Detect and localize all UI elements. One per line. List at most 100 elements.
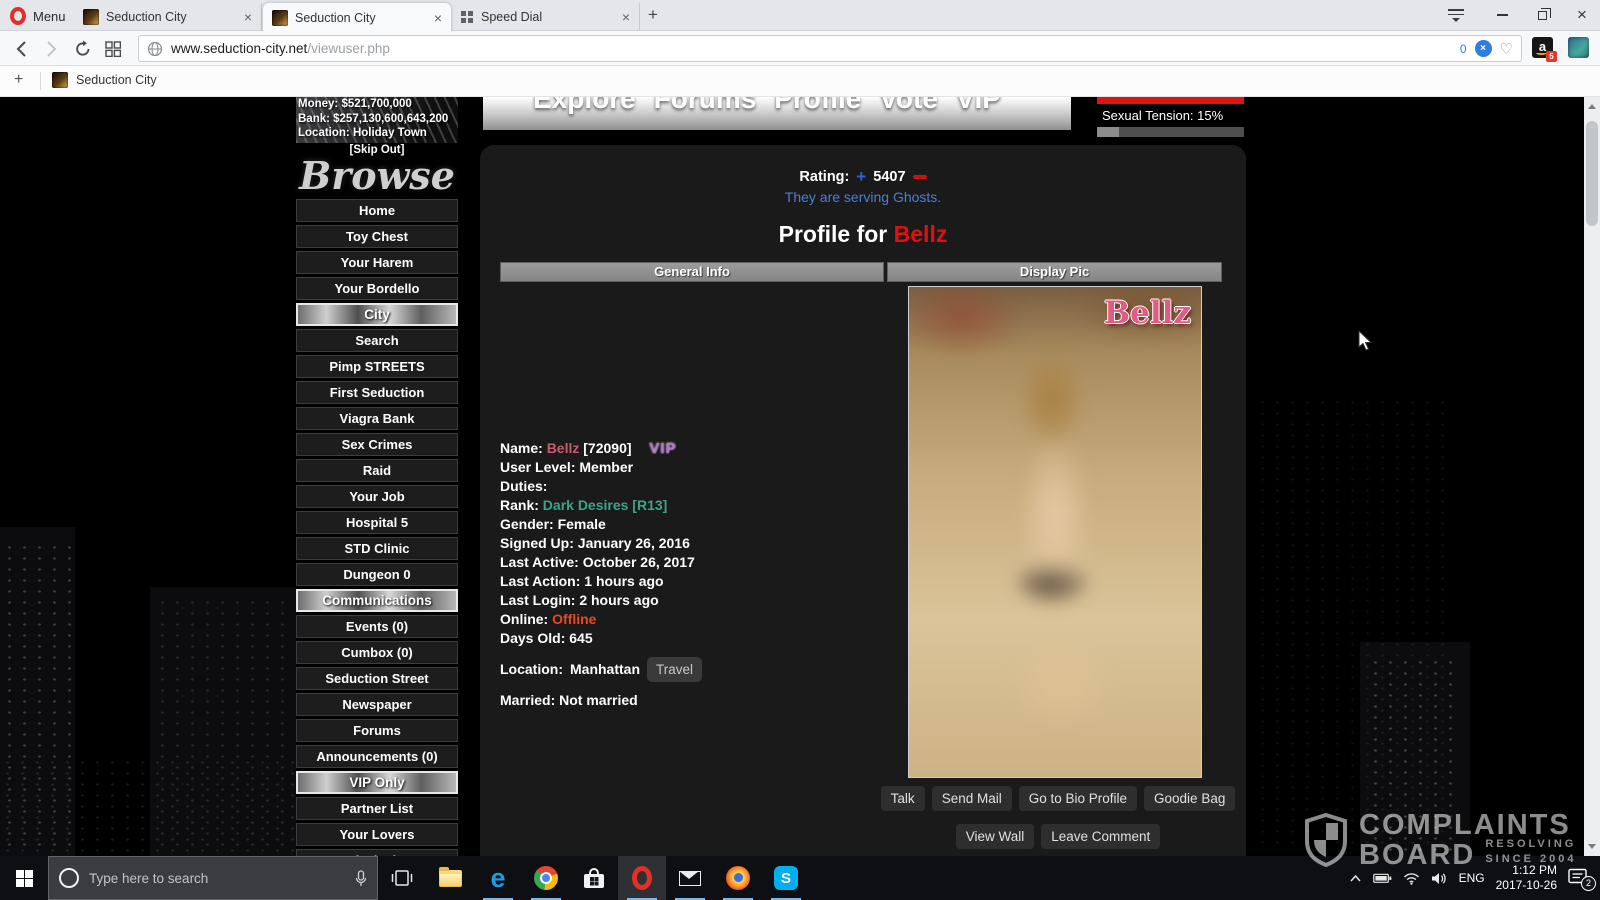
general-info-header: General Info <box>500 262 884 282</box>
nav-forums[interactable]: Forums <box>654 97 757 115</box>
tray-chevron-up-icon[interactable] <box>1349 874 1362 883</box>
field-days-old: Days Old: 645 <box>500 629 880 648</box>
sidebar-item-your-lovers[interactable]: Your Lovers <box>296 823 458 846</box>
sidebar-item-search[interactable]: Search <box>296 329 458 352</box>
field-label: Signed Up: <box>500 535 574 551</box>
adblock-shield-icon[interactable]: × <box>1475 40 1492 57</box>
vip-badge: VIP <box>649 440 676 457</box>
taskbar-search[interactable] <box>48 856 378 900</box>
rating-plus-icon[interactable]: + <box>856 167 866 187</box>
amazon-extension-button[interactable]: a 5 <box>1532 37 1553 58</box>
page-title: Profile for Bellz <box>480 221 1246 248</box>
sidebar-item-events[interactable]: Events (0) <box>296 615 458 638</box>
new-tab-button[interactable]: + <box>648 5 658 25</box>
field-value-rank[interactable]: Dark Desires [R13] <box>543 497 668 513</box>
sidebar-item-your-bordello[interactable]: Your Bordello <box>296 277 458 300</box>
tab-close-icon[interactable]: × <box>434 11 442 25</box>
search-input[interactable] <box>89 871 345 886</box>
sidebar-item-your-harem[interactable]: Your Harem <box>296 251 458 274</box>
rating-minus-icon[interactable] <box>913 175 927 179</box>
sidebar-item-home[interactable]: Home <box>296 199 458 222</box>
browse-heading: Browse <box>296 156 458 196</box>
sidebar-item-forums[interactable]: Forums <box>296 719 458 742</box>
volume-icon[interactable] <box>1431 872 1448 885</box>
tab-seduction-city-2-active[interactable]: Seduction City × <box>263 3 451 32</box>
watermark-tag-1: RESOLVING <box>1485 838 1576 853</box>
sidebar-item-cumbox[interactable]: Cumbox (0) <box>296 641 458 664</box>
nav-profile[interactable]: Profile <box>774 97 861 115</box>
sidebar-item-partner-list[interactable]: Partner List <box>296 797 458 820</box>
language-indicator[interactable]: ENG <box>1459 871 1485 885</box>
tab-close-icon[interactable]: × <box>622 10 630 24</box>
chrome-button[interactable] <box>522 856 570 900</box>
bookmark-heart-icon[interactable]: ♡ <box>1500 40 1513 58</box>
store-button[interactable] <box>570 856 618 900</box>
sidebar-item-pimp-streets[interactable]: Pimp STREETS <box>296 355 458 378</box>
sidebar-item-sex-crimes[interactable]: Sex Crimes <box>296 433 458 456</box>
microphone-icon[interactable] <box>355 870 367 887</box>
file-explorer-button[interactable] <box>426 856 474 900</box>
window-minimize-button[interactable] <box>1483 0 1521 30</box>
sidebar-item-black-list[interactable]: Black List <box>296 849 458 857</box>
leave-comment-button[interactable]: Leave Comment <box>1041 824 1160 849</box>
bookmark-seduction-city[interactable]: Seduction City <box>52 72 157 88</box>
goodie-bag-button[interactable]: Goodie Bag <box>1144 786 1235 811</box>
scroll-down-icon[interactable] <box>1588 844 1596 849</box>
sidebar-item-seduction-street[interactable]: Seduction Street <box>296 667 458 690</box>
profile-title-prefix: Profile for <box>779 221 888 247</box>
chevron-down-icon <box>1452 18 1460 22</box>
tab-speed-dial[interactable]: Speed Dial × <box>452 3 640 31</box>
field-value: October 26, 2017 <box>583 554 695 570</box>
skype-button[interactable]: S <box>762 856 810 900</box>
back-button[interactable] <box>8 36 34 62</box>
action-center-button[interactable]: 2 <box>1568 868 1590 888</box>
field-value-name: Bellz <box>547 440 580 456</box>
forward-button[interactable] <box>38 36 64 62</box>
sidebar-item-first-seduction[interactable]: First Seduction <box>296 381 458 404</box>
nav-explore[interactable]: Explore <box>533 97 636 115</box>
battery-icon[interactable] <box>1373 873 1392 884</box>
scroll-up-icon[interactable] <box>1588 104 1596 109</box>
tab-seduction-city-1[interactable]: Seduction City × <box>74 3 262 31</box>
grid-icon <box>105 41 121 57</box>
field-value: January 26, 2016 <box>578 535 690 551</box>
wifi-icon[interactable] <box>1403 872 1420 885</box>
window-close-button[interactable]: × <box>1563 0 1600 30</box>
ghost-status-line[interactable]: They are serving Ghosts. <box>480 189 1246 205</box>
sidebar-item-your-job[interactable]: Your Job <box>296 485 458 508</box>
scrollbar[interactable] <box>1584 97 1600 856</box>
sidebar-item-announcements[interactable]: Announcements (0) <box>296 745 458 768</box>
tension-red-bar <box>1097 97 1244 104</box>
sidebar-item-toy-chest[interactable]: Toy Chest <box>296 225 458 248</box>
reload-button[interactable] <box>70 36 96 62</box>
nav-vote[interactable]: Vote <box>879 97 938 115</box>
opera-menu-button[interactable]: Menu <box>10 4 66 28</box>
sidebar-item-hospital[interactable]: Hospital 5 <box>296 511 458 534</box>
add-bookmark-button[interactable]: + <box>14 71 23 89</box>
address-bar[interactable]: www.seduction-city.net/viewuser.php 0 × … <box>138 35 1522 62</box>
travel-button[interactable]: Travel <box>647 657 702 682</box>
extension-button[interactable] <box>1568 37 1589 58</box>
url-host: www.seduction-city.net <box>171 41 307 56</box>
nav-vip[interactable]: VIP <box>956 97 1001 115</box>
talk-button[interactable]: Talk <box>881 786 925 811</box>
mail-button[interactable] <box>666 856 714 900</box>
task-view-button[interactable] <box>378 856 426 900</box>
sidebar-item-std-clinic[interactable]: STD Clinic <box>296 537 458 560</box>
sidebar-item-newspaper[interactable]: Newspaper <box>296 693 458 716</box>
edge-button[interactable]: e <box>474 856 522 900</box>
sidebar-item-viagra-bank[interactable]: Viagra Bank <box>296 407 458 430</box>
tab-menu-button[interactable] <box>1448 9 1464 21</box>
view-wall-button[interactable]: View Wall <box>956 824 1035 849</box>
speed-dial-grid-button[interactable] <box>100 36 126 62</box>
send-mail-button[interactable]: Send Mail <box>932 786 1012 811</box>
tab-close-icon[interactable]: × <box>244 10 252 24</box>
opera-button[interactable] <box>618 856 666 900</box>
sidebar-item-raid[interactable]: Raid <box>296 459 458 482</box>
window-restore-button[interactable] <box>1523 0 1561 30</box>
firefox-button[interactable] <box>714 856 762 900</box>
bio-profile-button[interactable]: Go to Bio Profile <box>1019 786 1137 811</box>
start-button[interactable] <box>0 856 48 900</box>
sidebar-item-dungeon[interactable]: Dungeon 0 <box>296 563 458 586</box>
scrollbar-thumb[interactable] <box>1586 121 1598 226</box>
